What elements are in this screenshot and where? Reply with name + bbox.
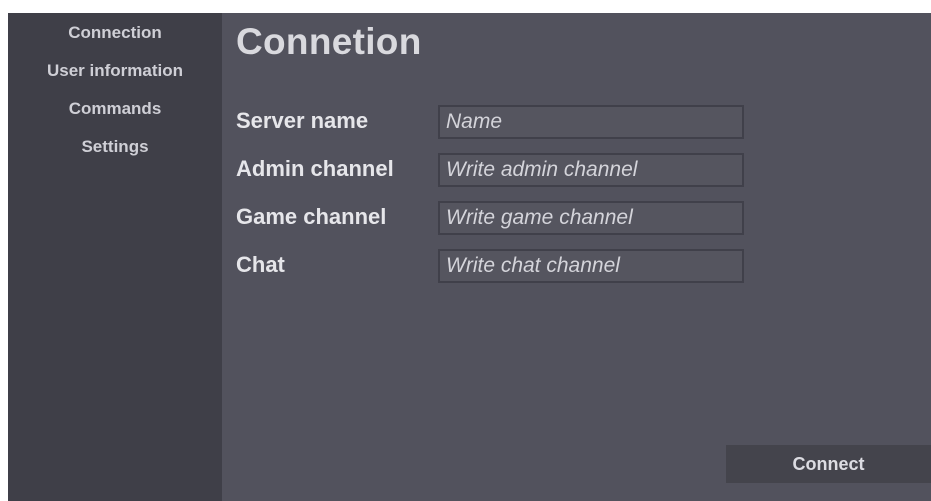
server-name-input[interactable] [438,105,744,139]
sidebar-item-commands[interactable]: Commands [8,89,222,127]
sidebar-item-connection[interactable]: Connection [8,13,222,51]
chat-label: Chat [236,252,285,277]
sidebar: Connection User information Commands Set… [8,13,222,501]
admin-channel-input[interactable] [438,153,744,187]
chat-row: Chat [236,249,756,285]
game-channel-input[interactable] [438,201,744,235]
game-channel-row: Game channel [236,201,756,237]
game-channel-label: Game channel [236,204,387,229]
sidebar-item-settings[interactable]: Settings [8,127,222,165]
connect-button[interactable]: Connect [726,445,931,483]
admin-channel-label: Admin channel [236,156,394,181]
admin-channel-row: Admin channel [236,153,756,189]
server-name-row: Server name [236,105,756,141]
page-title: Connetion [236,21,422,62]
app-window: Connection User information Commands Set… [8,13,931,501]
sidebar-item-user-information[interactable]: User information [8,51,222,89]
server-name-label: Server name [236,108,369,133]
connection-panel: Connetion Server name Admin channel Game… [222,13,931,501]
chat-channel-input[interactable] [438,249,744,283]
